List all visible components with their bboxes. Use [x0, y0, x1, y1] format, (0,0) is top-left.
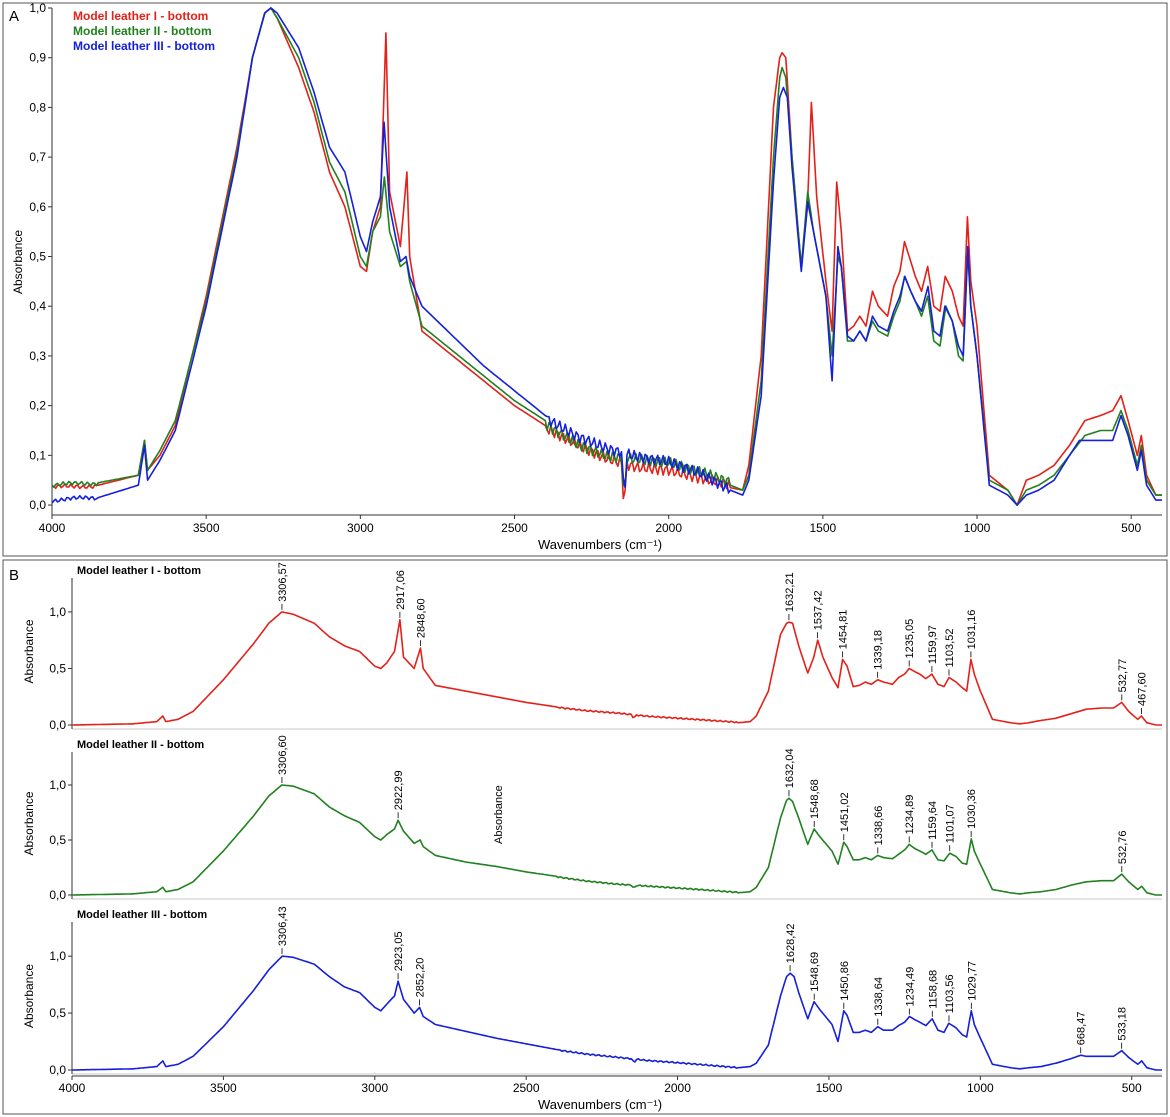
panel-b-ylabel: Absorbance: [22, 619, 36, 683]
panel-a-y-tick-label: 0,8: [29, 100, 46, 114]
panel-b-peak-label: 1454,81: [838, 610, 850, 650]
panel-b-x-tick-label: 1500: [816, 1081, 843, 1095]
panel-b-peak-label: 1158,68: [927, 970, 939, 1009]
panel-a-legend-entry: Model leather I - bottom: [73, 9, 208, 23]
panel-b-peak-label: 1451,02: [839, 792, 851, 832]
panel-b-peak-label: 2923,05: [393, 931, 405, 971]
panel-b-peak-label: 1234,49: [904, 967, 916, 1007]
panel-a-y-tick-label: 0,3: [29, 349, 46, 363]
panel-b-x-tick-label: 500: [1122, 1081, 1142, 1095]
panel-b-ylabel: Absorbance: [22, 791, 36, 855]
panel-b-peak-label: 1101,07: [945, 804, 957, 843]
panel-b-peak-label: 1030,36: [966, 789, 978, 829]
panel-b-series-line: [72, 784, 1162, 896]
panel-b-peak-label: 1159,64: [927, 801, 939, 840]
panel-a-series-line: [51, 7, 1162, 506]
panel-a-x-tick-label: 500: [1121, 521, 1141, 535]
panel-a-y-tick-label: 0,5: [29, 250, 46, 264]
panel-b-x-tick-label: 2000: [664, 1081, 691, 1095]
panel-a-plot: 0,0 0,1 0,2 0,3 0,4 0,5 0,6 0,7 0,8 0,9 1,0 4000 350…: [29, 1, 1162, 535]
panel-b-stray-label: Absorbance: [493, 785, 505, 844]
panel-b-x-tick-label: 2500: [513, 1081, 540, 1095]
panel-b-y-tick-label: 0,0: [49, 888, 66, 902]
panel-b-peak-label: 1159,97: [927, 625, 939, 664]
panel-a-frame: [2, 2, 1168, 557]
panel-b-series-line: [72, 955, 1162, 1071]
panel-b-peak-label: 1103,52: [944, 629, 956, 668]
panel-b-x-tick-label: 1000: [967, 1081, 994, 1095]
panel-b-series-line: [72, 611, 1162, 726]
panel-b-peak-label: 1031,16: [966, 610, 978, 650]
panel-a-y-tick-label: 0,2: [29, 399, 46, 413]
panel-a-y-tick-label: 0,0: [29, 498, 46, 512]
panel-a-xlabel: Wavenumbers (cm⁻¹): [538, 537, 662, 552]
panel-b-series-name: Model leather I - bottom: [77, 565, 201, 577]
panel-b-peak-label: 1103,56: [944, 974, 956, 1013]
panel-a-y-tick-label: 0,7: [29, 150, 46, 164]
panel-b-peak-label: 3306,60: [277, 735, 289, 775]
panel-b-peak-label: 1338,66: [873, 806, 885, 846]
panel-b-peak-label: 1234,89: [904, 795, 916, 835]
panel-a-legend-entry: Model leather II - bottom: [73, 24, 212, 38]
panel-b-ylabel: Absorbance: [22, 964, 36, 1028]
panel-b-peak-label: 1537,42: [813, 590, 825, 630]
panel-b-frame: [2, 559, 1168, 1115]
panel-b-y-tick-label: 0,0: [49, 718, 66, 732]
panel-b-y-tick-label: 0,5: [49, 1006, 66, 1020]
panel-b-x-tick-label: 4000: [59, 1081, 86, 1095]
panel-b-peak-label: 3306,43: [277, 906, 289, 946]
panel-a-x-tick-label: 1000: [964, 521, 991, 535]
panel-a-legend-entry: Model leather III - bottom: [73, 39, 215, 53]
panel-a-y-tick-label: 0,1: [29, 448, 46, 462]
panel-b-peak-label: 1339,18: [873, 630, 885, 670]
panel-b-peak-label: 2917,06: [395, 570, 407, 610]
panel-a-x-tick-label: 3000: [347, 521, 374, 535]
panel-b-label: B: [9, 567, 19, 584]
panel-b-peak-label: 532,77: [1117, 659, 1129, 693]
panel-b-y-tick-label: 1,0: [49, 949, 66, 963]
panel-b-xlabel: Wavenumbers (cm⁻¹): [538, 1097, 662, 1112]
panel-a-x-tick-label: 4000: [39, 521, 66, 535]
panel-b-peak-label: 532,76: [1117, 830, 1129, 864]
panel-b-peak-label: 467,60: [1137, 672, 1149, 706]
panel-b-y-tick-label: 1,0: [49, 778, 66, 792]
panel-b-peak-label: 3306,57: [277, 562, 289, 602]
panel-b-y-tick-label: 1,0: [49, 605, 66, 619]
panel-b-y-tick-label: 0,5: [49, 661, 66, 675]
panel-b-peak-label: 1338,64: [873, 977, 885, 1017]
panel-a-y-tick-label: 1,0: [29, 1, 46, 15]
panel-a-series-line: [51, 7, 1162, 506]
panel-b-peak-label: 2852,20: [415, 958, 427, 998]
panel-b-peak-label: 533,18: [1117, 1007, 1129, 1041]
panel-b-peak-label: 2848,60: [416, 598, 428, 638]
panel-b-series-name: Model leather II - bottom: [77, 739, 204, 751]
panel-b-series-name: Model leather III - bottom: [77, 909, 207, 921]
panel-a-x-tick-label: 2000: [655, 521, 682, 535]
panel-b-peak-label: 1632,04: [784, 748, 796, 788]
panel-b-x-tick-label: 3000: [361, 1081, 388, 1095]
panel-a-y-tick-label: 0,6: [29, 200, 46, 214]
panel-b-y-tick-label: 0,0: [49, 1063, 66, 1077]
panel-b-x-tick-label: 3500: [210, 1081, 237, 1095]
panel-a-y-tick-label: 0,4: [29, 299, 46, 313]
panel-b-peak-label: 668,47: [1076, 1012, 1088, 1046]
panel-a-label: A: [9, 8, 19, 25]
panel-b-peak-label: 1548,68: [809, 779, 821, 819]
panel-a-x-tick-label: 3500: [193, 521, 220, 535]
panel-b-plot: 0,0 0,5 1,0 Absorbance Model leather I - bot…: [22, 562, 1162, 1095]
panel-a-x-tick-label: 1500: [809, 521, 836, 535]
panel-b-peak-label: 1628,42: [785, 923, 797, 963]
panel-a-y-tick-label: 0,9: [29, 51, 46, 65]
panel-b-peak-label: 1548,69: [809, 952, 821, 992]
panel-b-peak-label: 2922,99: [393, 770, 405, 810]
panel-a-series-line: [51, 7, 1162, 506]
ftir-figure: A Absorbance Wavenumbers (cm⁻¹) 0,00,10,…: [2, 1, 1168, 1115]
panel-b-peak-label: 1632,21: [784, 572, 796, 612]
panel-b-peak-label: 1450,86: [839, 961, 851, 1001]
panel-a-x-tick-label: 2500: [501, 521, 528, 535]
panel-b-peak-label: 1029,77: [966, 961, 978, 1001]
panel-b-peak-label: 1235,05: [904, 619, 916, 659]
panel-b-y-tick-label: 0,5: [49, 833, 66, 847]
panel-a-ylabel: Absorbance: [11, 230, 25, 294]
